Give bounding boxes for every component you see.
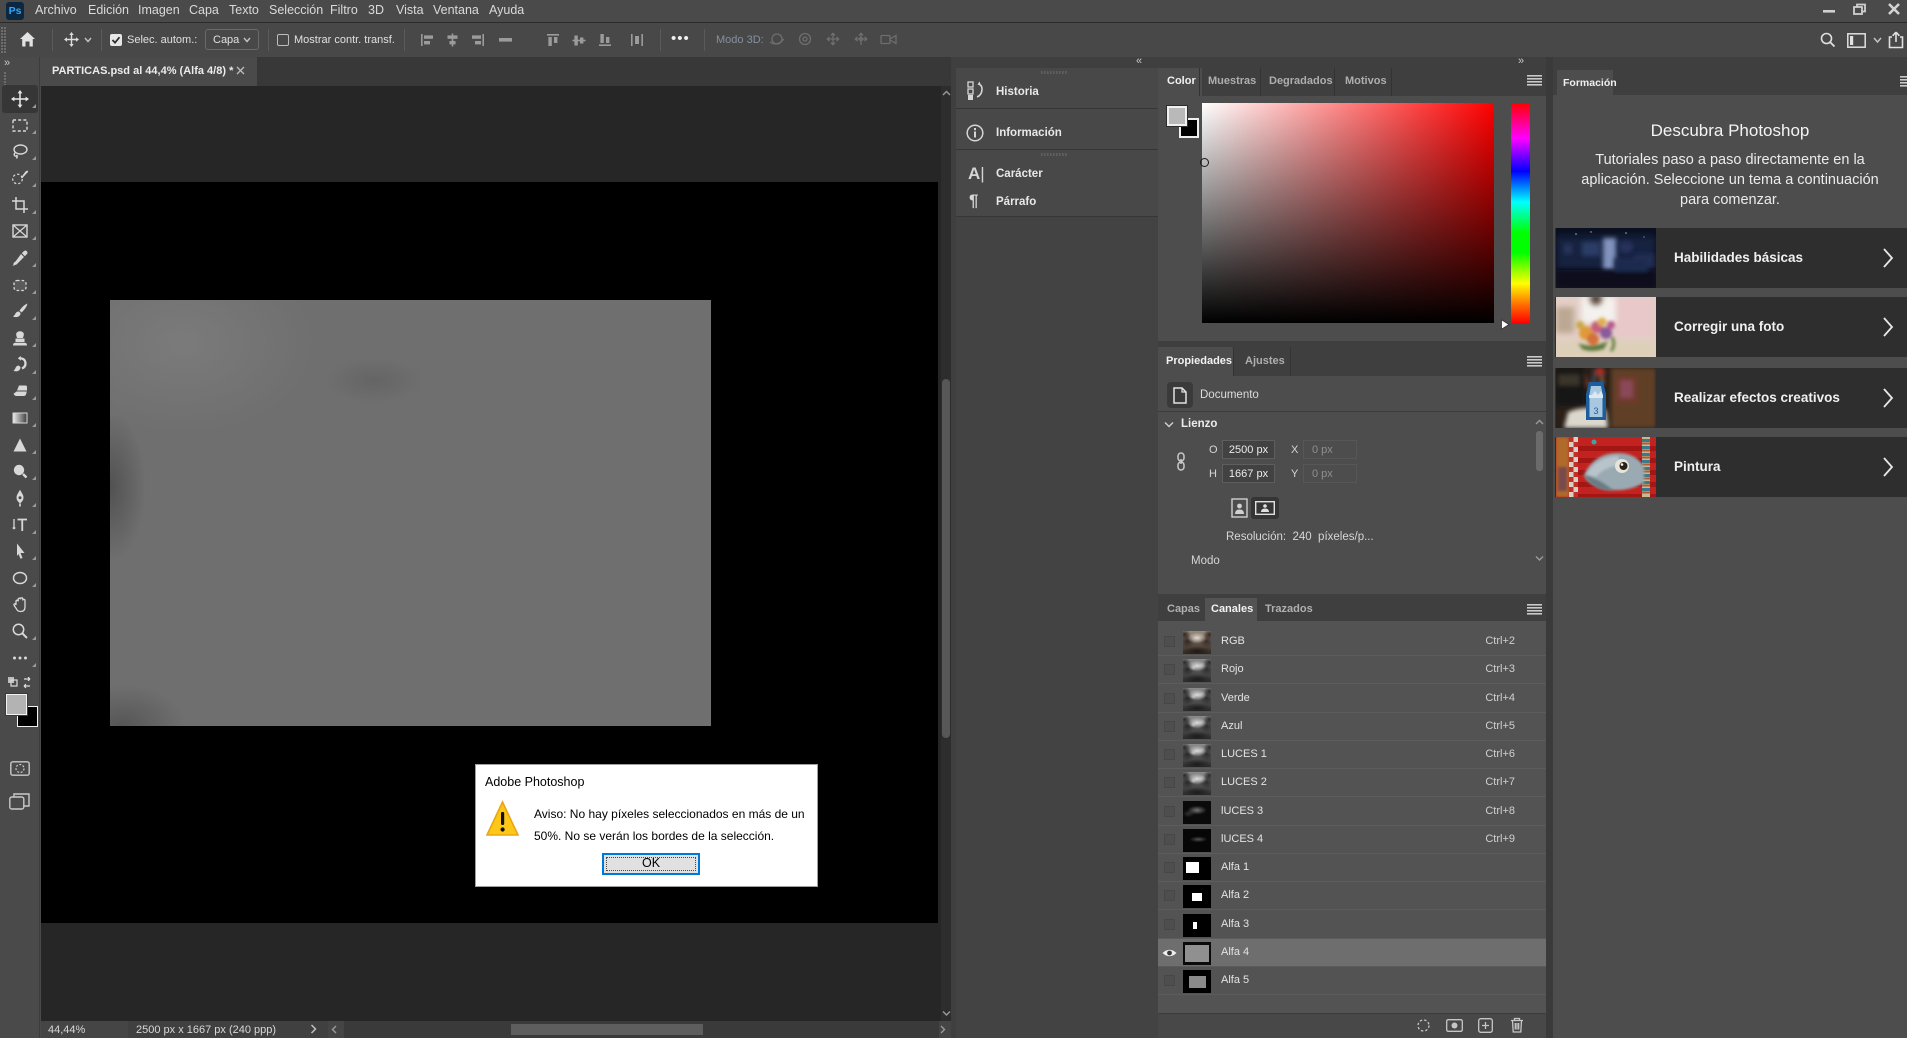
svg-text:3: 3	[1593, 406, 1598, 416]
